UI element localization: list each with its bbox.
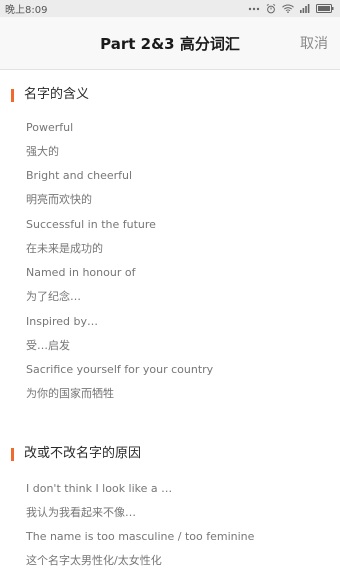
section-title: 名字的含义 (24, 87, 90, 102)
list-item: 我认为我看起来不像… (26, 506, 136, 519)
section-accent-bar (11, 88, 14, 102)
status-icons (248, 3, 334, 14)
cancel-button[interactable]: 取消 (300, 35, 328, 53)
list-item: The name is too masculine / too feminine (26, 530, 255, 543)
section-heading-rename-reasons: 改或不改名字的原因 (0, 444, 141, 464)
list-item: Inspired by… (26, 315, 99, 328)
list-item: Powerful (26, 121, 74, 134)
list-item: 在未来是成功的 (26, 242, 103, 255)
list-item: Successful in the future (26, 218, 156, 231)
section-heading-name-meaning: 名字的含义 (0, 85, 89, 105)
list-item: Named in honour of (26, 266, 136, 279)
section-title: 改或不改名字的原因 (24, 446, 142, 461)
list-item: 明亮而欢快的 (26, 193, 92, 206)
header-bar: Part 2&3 高分词汇 取消 (0, 17, 340, 70)
alarm-icon (266, 3, 276, 14)
battery-icon (316, 4, 334, 13)
list-item: Bright and cheerful (26, 169, 133, 182)
list-item: 强大的 (26, 145, 59, 158)
wifi-icon (282, 4, 294, 13)
list-item: Sacrifice yourself for your country (26, 363, 214, 376)
more-dots-icon (248, 7, 260, 11)
status-bar: 晚上8:09 (0, 0, 340, 17)
list-item: 受…启发 (26, 339, 70, 352)
list-item: 为你的国家而牺牲 (26, 387, 114, 400)
status-time: 晚上8:09 (5, 5, 48, 16)
signal-icon (300, 4, 310, 13)
list-item: I don't think I look like a … (26, 482, 173, 495)
page-title: Part 2&3 高分词汇 (100, 35, 240, 53)
section-accent-bar (11, 447, 14, 461)
list-item: 为了纪念… (26, 290, 81, 303)
